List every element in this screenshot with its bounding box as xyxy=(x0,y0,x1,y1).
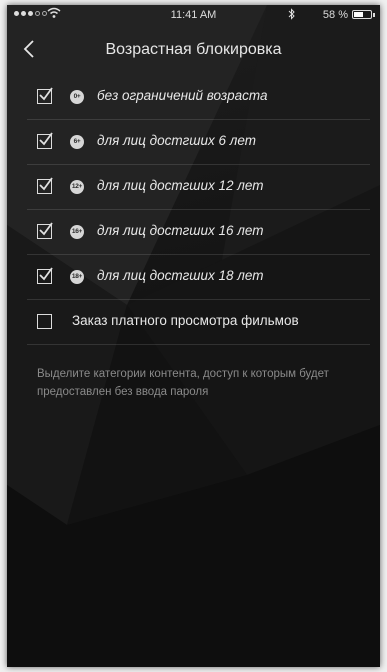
page-title: Возрастная блокировка xyxy=(105,41,282,58)
checkbox-unchecked[interactable] xyxy=(37,314,52,329)
age-row-label: для лиц достгших 18 лет xyxy=(97,268,264,283)
age-badge-icon: 12+ xyxy=(70,180,84,194)
checkmark-icon xyxy=(39,177,53,191)
status-bar: 11:41 AM 58 % xyxy=(7,5,380,25)
age-row-12[interactable]: 12+ для лиц достгших 12 лет xyxy=(27,165,370,210)
back-chevron-icon[interactable] xyxy=(17,35,45,63)
nav-bar: Возрастная блокировка xyxy=(7,27,380,71)
battery-percent: 58 % xyxy=(322,9,348,21)
battery-icon xyxy=(352,10,372,19)
paid-content-row[interactable]: Заказ платного просмотра фильмов xyxy=(27,300,370,345)
checkbox-checked[interactable] xyxy=(37,267,53,284)
checkbox-checked[interactable] xyxy=(37,177,53,194)
age-badge-icon: 16+ xyxy=(70,225,84,239)
checkmark-icon xyxy=(39,222,53,236)
checkbox-checked[interactable] xyxy=(37,87,53,104)
age-row-label: для лиц достгших 6 лет xyxy=(97,133,256,148)
age-row-label: для лиц достгших 16 лет xyxy=(97,223,264,238)
checkbox-checked[interactable] xyxy=(37,132,53,149)
checkmark-icon xyxy=(39,132,53,146)
bluetooth-icon xyxy=(288,8,295,20)
paid-content-label: Заказ платного просмотра фильмов xyxy=(72,313,299,328)
age-row-label: для лиц достгших 12 лет xyxy=(97,178,264,193)
age-badge-icon: 18+ xyxy=(70,270,84,284)
screen: 11:41 AM 58 % Возрастная блокировка 0+ б… xyxy=(7,5,380,667)
battery-tip xyxy=(373,13,375,17)
age-category-list: 0+ без ограничений возраста 6+ для лиц д… xyxy=(7,75,380,345)
phone-frame: 11:41 AM 58 % Возрастная блокировка 0+ б… xyxy=(7,5,380,667)
age-row-16[interactable]: 16+ для лиц достгших 16 лет xyxy=(27,210,370,255)
age-row-label: без ограничений возраста xyxy=(97,88,268,103)
hint-text: Выделите категории контента, доступ к ко… xyxy=(37,368,329,398)
age-row-18[interactable]: 18+ для лиц достгших 18 лет xyxy=(27,255,370,300)
age-badge-icon: 6+ xyxy=(70,135,84,149)
checkmark-icon xyxy=(39,267,53,281)
checkmark-icon xyxy=(39,87,53,101)
checkbox-checked[interactable] xyxy=(37,222,53,239)
age-row-0[interactable]: 0+ без ограничений возраста xyxy=(27,75,370,120)
age-badge-icon: 0+ xyxy=(70,90,84,104)
age-row-6[interactable]: 6+ для лиц достгших 6 лет xyxy=(27,120,370,165)
